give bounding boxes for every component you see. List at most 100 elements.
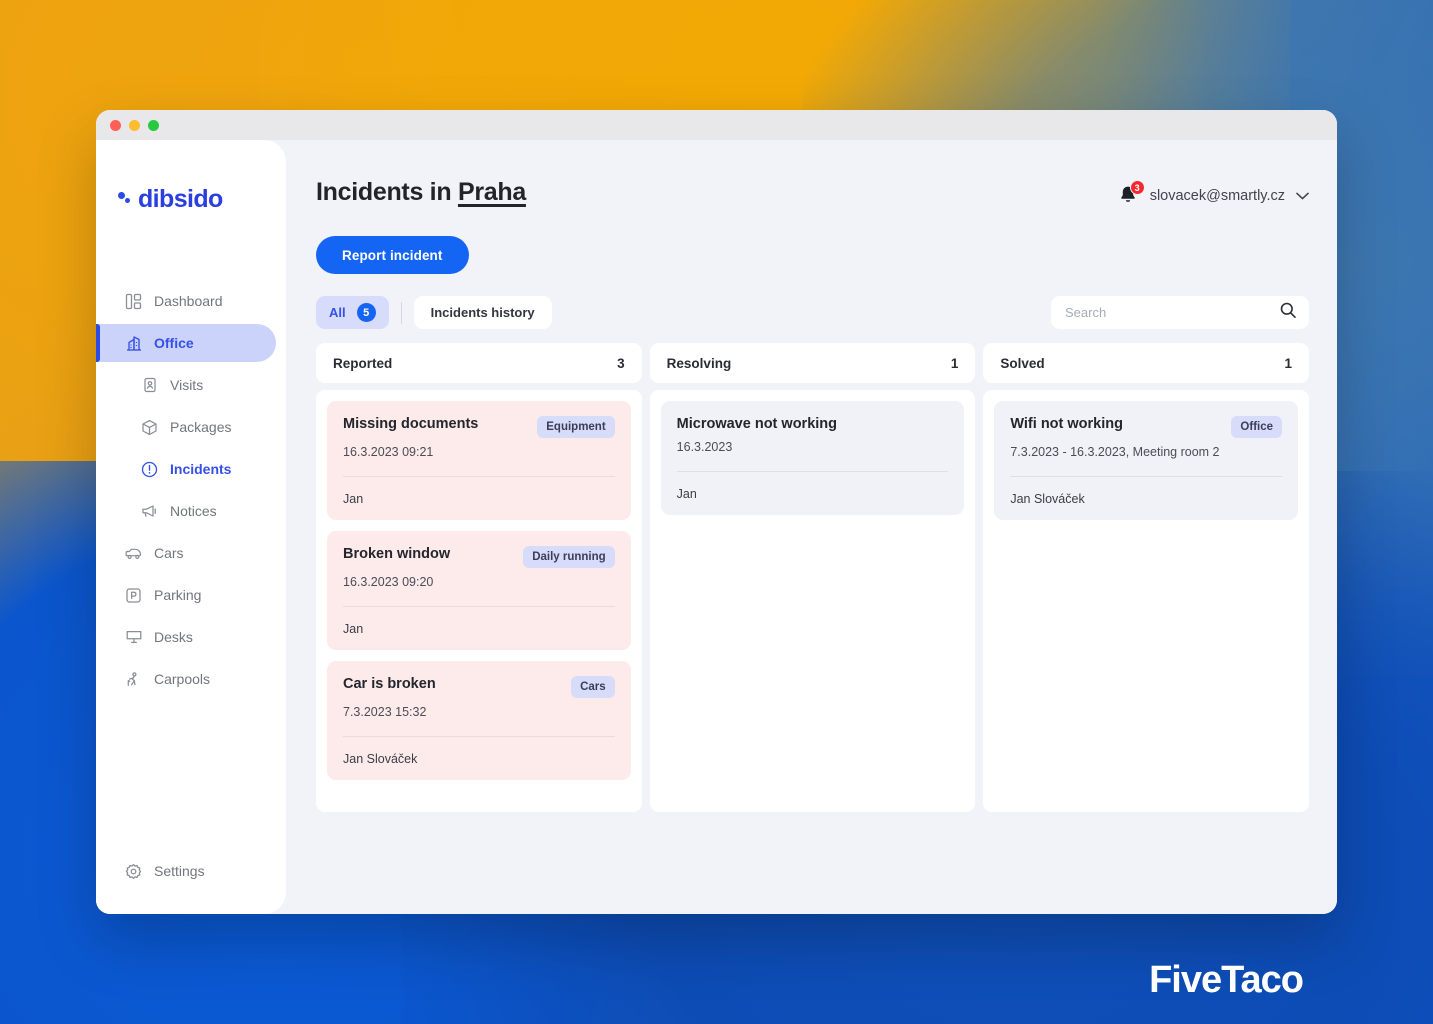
sidebar-item-settings[interactable]: Settings (106, 852, 276, 890)
sidebar-item-label: Carpools (154, 671, 211, 687)
tab-incidents-history[interactable]: Incidents history (413, 296, 552, 329)
sidebar-item-office[interactable]: Office (96, 324, 276, 362)
card-divider (676, 471, 949, 473)
column-title: Reported (333, 355, 393, 371)
tab-all-label: All (329, 305, 346, 320)
column-header: Solved 1 (983, 343, 1310, 383)
filter-toolbar: All 5 Incidents history (316, 296, 1309, 329)
sidebar-item-notices[interactable]: Notices (106, 492, 276, 530)
incident-date: 7.3.2023 15:32 (343, 705, 427, 719)
column-cards: Wifi not working Office 7.3.2023 - 16.3.… (983, 390, 1310, 812)
sidebar-item-label: Settings (154, 863, 205, 879)
search-input[interactable] (1065, 305, 1279, 320)
window-minimize-button[interactable] (129, 119, 140, 131)
incident-card[interactable]: Wifi not working Office 7.3.2023 - 16.3.… (994, 401, 1299, 520)
column-cards: Missing documents Equipment 16.3.2023 09… (316, 390, 642, 812)
sidebar-item-dashboard[interactable]: Dashboard (106, 282, 276, 320)
logo-dots-icon (118, 192, 132, 206)
window-maximize-button[interactable] (148, 119, 159, 131)
main-content: Incidents in Praha 3 slovacek@smartly.cz (286, 140, 1337, 914)
sidebar-item-carpools[interactable]: Carpools (106, 660, 276, 698)
sidebar-item-label: Cars (154, 545, 184, 561)
column-title: Solved (1000, 355, 1045, 371)
user-email-label: slovacek@smartly.cz (1149, 188, 1285, 204)
app-window: dibsido Dashboard Office Visits Packages… (96, 110, 1337, 914)
incident-title: Missing documents (343, 416, 479, 432)
sidebar-item-cars[interactable]: Cars (106, 534, 276, 572)
sidebar-item-label: Parking (154, 587, 202, 603)
tab-all-count: 5 (356, 303, 376, 322)
column-count: 3 (617, 355, 625, 371)
report-incident-button[interactable]: Report incident (316, 236, 469, 274)
tab-list: All 5 Incidents history (316, 296, 552, 329)
sidebar-item-label: Incidents (170, 461, 232, 477)
card-divider (343, 606, 615, 607)
sidebar-item-incidents[interactable]: Incidents (106, 450, 276, 488)
incident-title: Wifi not working (1010, 416, 1123, 432)
card-divider (1010, 476, 1283, 477)
search-icon[interactable] (1279, 301, 1297, 324)
fivetaco-watermark: FiveTaco (1149, 959, 1304, 1001)
incident-title: Broken window (343, 546, 451, 562)
incident-reporter: Jan Slováček (1010, 492, 1085, 506)
page-title: Incidents in Praha (316, 178, 526, 207)
dashboard-icon (124, 292, 143, 311)
incident-board: Reported 3 Missing documents Equipment 1… (316, 343, 1310, 812)
sidebar-item-visits[interactable]: Visits (106, 366, 276, 404)
tab-all[interactable]: All 5 (316, 296, 389, 329)
page-header: Incidents in Praha 3 slovacek@smartly.cz (316, 140, 1309, 208)
sidebar-item-packages[interactable]: Packages (106, 408, 276, 446)
card-divider (343, 736, 615, 737)
incident-card[interactable]: Microwave not working 16.3.2023 Jan (660, 401, 965, 516)
incident-reporter: Jan (676, 487, 697, 502)
sidebar: dibsido Dashboard Office Visits Packages… (96, 140, 286, 914)
page-title-city: Praha (457, 178, 526, 206)
incident-reporter: Jan Slováček (343, 752, 418, 766)
visits-badge-icon (140, 376, 159, 395)
parking-p-icon (124, 586, 143, 605)
column-header: Resolving 1 (649, 343, 976, 383)
brand-logo-text: dibsido (138, 184, 223, 213)
user-menu[interactable]: 3 slovacek@smartly.cz (1117, 178, 1309, 208)
incident-title: Car is broken (343, 676, 436, 692)
sidebar-item-parking[interactable]: Parking (106, 576, 276, 614)
incident-date: 16.3.2023 09:21 (343, 445, 434, 459)
incident-tag: Equipment (537, 416, 615, 438)
tab-divider (400, 301, 402, 324)
search-box[interactable] (1051, 296, 1309, 329)
sidebar-nav: Dashboard Office Visits Packages Inciden… (96, 280, 286, 700)
incident-card[interactable]: Broken window Daily running 16.3.2023 09… (327, 531, 631, 650)
sidebar-item-label: Desks (154, 629, 193, 645)
chevron-down-icon[interactable] (1296, 187, 1309, 205)
notifications-button[interactable]: 3 (1117, 180, 1145, 208)
page-title-prefix: Incidents in (316, 178, 458, 206)
board-column-reported: Reported 3 Missing documents Equipment 1… (316, 343, 642, 812)
column-count: 1 (950, 355, 959, 371)
incident-tag: Cars (571, 676, 615, 698)
office-building-icon (124, 334, 143, 353)
sidebar-item-label: Packages (170, 419, 232, 435)
sidebar-item-desks[interactable]: Desks (106, 618, 276, 656)
package-box-icon (140, 418, 159, 437)
incident-card[interactable]: Car is broken Cars 7.3.2023 15:32 Jan Sl… (327, 661, 631, 780)
car-icon (124, 544, 143, 563)
brand-logo[interactable]: dibsido (96, 140, 286, 224)
window-titlebar (96, 110, 1337, 140)
column-count: 1 (1284, 355, 1293, 371)
window-close-button[interactable] (110, 119, 121, 131)
incident-date: 16.3.2023 (676, 440, 733, 455)
sidebar-item-label: Office (154, 335, 194, 351)
incident-reporter: Jan (343, 492, 364, 506)
incident-tag: Daily running (523, 546, 615, 568)
sidebar-item-label: Dashboard (154, 293, 223, 309)
column-title: Resolving (666, 355, 732, 371)
sidebar-item-label: Notices (170, 503, 217, 519)
card-divider (343, 476, 615, 477)
board-column-solved: Solved 1 Wifi not working Office 7.3.202… (983, 343, 1310, 812)
gear-icon (124, 862, 143, 881)
megaphone-icon (140, 502, 159, 521)
incident-reporter: Jan (343, 622, 364, 636)
incident-card[interactable]: Missing documents Equipment 16.3.2023 09… (327, 401, 631, 520)
column-header: Reported 3 (316, 343, 642, 383)
board-column-resolving: Resolving 1 Microwave not working 16.3.2… (649, 343, 976, 812)
